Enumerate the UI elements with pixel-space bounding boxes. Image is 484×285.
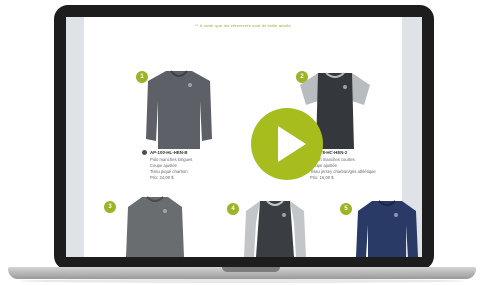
laptop-frame: ** A noter que les vêtements sont de tai… — [54, 5, 434, 270]
shirt-body — [256, 201, 294, 257]
logo-icon — [282, 213, 286, 217]
product-number-badge: 4 — [227, 203, 239, 215]
product-code: AP-100-HL-HEN-B — [150, 150, 188, 155]
logo-icon — [163, 209, 167, 213]
laptop-notch — [222, 267, 280, 272]
shirt-body — [146, 71, 212, 149]
product-number-badge: 3 — [104, 201, 116, 213]
play-button[interactable] — [251, 108, 323, 180]
logo-icon — [188, 83, 192, 87]
laptop-shadow — [20, 279, 464, 283]
long-sleeve-polo-image — [146, 70, 212, 149]
product-number-badge: 5 — [340, 203, 352, 215]
long-sleeve-shirt-image — [126, 196, 184, 257]
navy-long-sleeve-image — [356, 200, 418, 257]
shirt-body — [356, 201, 418, 257]
logo-icon — [394, 213, 398, 217]
catalog-page: ** A noter que les vêtements sont de tai… — [84, 17, 418, 257]
shirt-body — [126, 197, 184, 257]
price-line: Prix: 24,00 $ — [150, 175, 174, 180]
product-description: Polo manches longues Coupe ajustée Tissu… — [150, 157, 192, 181]
size-note: ** A noter que les vêtements sont de tai… — [195, 23, 291, 28]
raglan-long-sleeve-image — [244, 200, 306, 257]
laptop-screen: ** A noter que les vêtements sont de tai… — [66, 17, 422, 257]
logo-icon — [343, 85, 347, 89]
play-icon — [278, 126, 306, 162]
color-swatch-icon — [142, 150, 147, 155]
